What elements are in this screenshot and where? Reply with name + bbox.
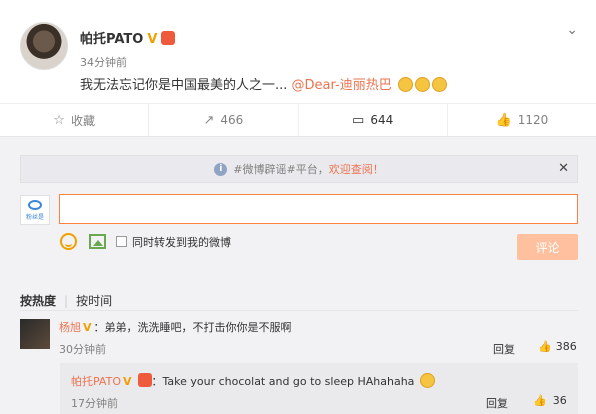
avatar-label: 粉丝是	[25, 213, 44, 221]
chevron-down-icon[interactable]: ⌄	[566, 22, 578, 38]
share-label[interactable]: 同时转发到我的微博	[132, 234, 231, 250]
emoji-icon	[431, 77, 447, 92]
emoji-icon	[397, 77, 413, 92]
repost-button[interactable]: ↗ 466	[149, 104, 299, 136]
composer-tools: 同时转发到我的微博	[60, 233, 231, 250]
close-icon[interactable]: ✕	[558, 161, 569, 176]
sub-reply-like-button[interactable]: 👍 36	[533, 394, 567, 407]
notice-bar: i #微博辟谣#平台， 欢迎查阅！ ✕	[20, 155, 578, 183]
like-button[interactable]: 👍 1120	[448, 104, 596, 136]
author-avatar[interactable]	[20, 22, 68, 70]
comment-icon: ▭	[352, 112, 365, 128]
sub-reply-text: 帕托PATO V ：Take your chocolat and go to sle…	[71, 373, 435, 389]
logo-icon	[28, 199, 42, 210]
tab-hot[interactable]: 按热度	[20, 292, 56, 309]
star-icon: ☆	[53, 112, 65, 128]
my-avatar: 粉丝是	[20, 195, 50, 225]
comment-count: 644	[370, 113, 394, 127]
action-bar: ☆ 收藏 ↗ 466 ▭ 644 👍 1120	[0, 103, 596, 137]
commenter-name[interactable]: 杨旭	[59, 321, 81, 334]
medal-icon	[137, 373, 152, 387]
verified-icon: V	[83, 321, 92, 334]
repost-count: 466	[220, 113, 244, 127]
comment-body: ：弟弟，洗洗睡吧，不打击你你是不服啊	[93, 321, 292, 334]
thumbs-up-icon: 👍	[533, 394, 547, 407]
sub-reply-like-count: 36	[552, 394, 567, 407]
post-time[interactable]: 34分钟前	[80, 54, 127, 70]
thumbs-up-icon: 👍	[495, 112, 512, 128]
comment-time: 30分钟前	[59, 343, 106, 356]
comment-section: i #微博辟谣#平台， 欢迎查阅！ ✕ 粉丝是 同时转发到我的微博 评论 按热度 …	[0, 137, 596, 414]
mention-link[interactable]: @Dear-迪丽热巴	[292, 78, 392, 93]
thumbs-up-icon: 👍	[538, 340, 552, 353]
info-icon: i	[214, 162, 228, 176]
verified-icon: V	[147, 32, 158, 47]
emoji-icon	[414, 77, 430, 92]
verified-icon: V	[122, 375, 132, 388]
emoji-picker-icon[interactable]	[60, 233, 77, 250]
comment-like-button[interactable]: 👍 386	[538, 340, 577, 353]
divider	[20, 310, 578, 311]
sub-reply-time: 17分钟前	[71, 397, 118, 410]
post-text: 我无法忘记你是中国最美的人之一... @Dear-迪丽热巴	[80, 74, 447, 93]
laughing-emoji-icon	[419, 373, 435, 388]
favorite-button[interactable]: ☆ 收藏	[0, 104, 150, 136]
sub-reply-body: ：Take your chocolat and go to sleep HAha…	[151, 375, 415, 388]
favorite-label: 收藏	[70, 113, 95, 128]
comment-button[interactable]: ▭ 644	[299, 104, 448, 136]
comment-input[interactable]	[59, 194, 578, 224]
commenter-avatar[interactable]	[20, 319, 50, 349]
sub-reply-button[interactable]: 回复	[486, 395, 508, 411]
share-icon: ↗	[203, 112, 215, 128]
reply-button[interactable]: 回复	[493, 341, 515, 357]
comment-like-count: 386	[555, 340, 577, 353]
tab-time[interactable]: 按时间	[76, 292, 112, 309]
share-checkbox[interactable]	[116, 236, 127, 247]
post-body: 我无法忘记你是中国最美的人之一...	[80, 78, 288, 93]
notice-highlight[interactable]: 欢迎查阅！	[329, 161, 384, 177]
notice-tag[interactable]: #微博辟谣#平台，	[233, 161, 328, 177]
medal-icon	[161, 31, 176, 45]
sort-tabs: 按热度 | 按时间	[20, 292, 112, 309]
post-author: 帕托PATO V	[80, 28, 176, 47]
submit-button[interactable]: 评论	[517, 234, 578, 260]
image-upload-icon[interactable]	[89, 234, 106, 249]
author-name[interactable]: 帕托PATO	[80, 32, 143, 47]
comment-text: 杨旭 V ：弟弟，洗洗睡吧，不打击你你是不服啊	[59, 319, 292, 335]
sort-divider: |	[64, 293, 69, 308]
like-count: 1120	[517, 113, 549, 127]
post-card: 帕托PATO V 34分钟前 我无法忘记你是中国最美的人之一... @Dear-迪…	[0, 0, 596, 100]
sub-reply-author[interactable]: 帕托PATO	[71, 375, 121, 388]
